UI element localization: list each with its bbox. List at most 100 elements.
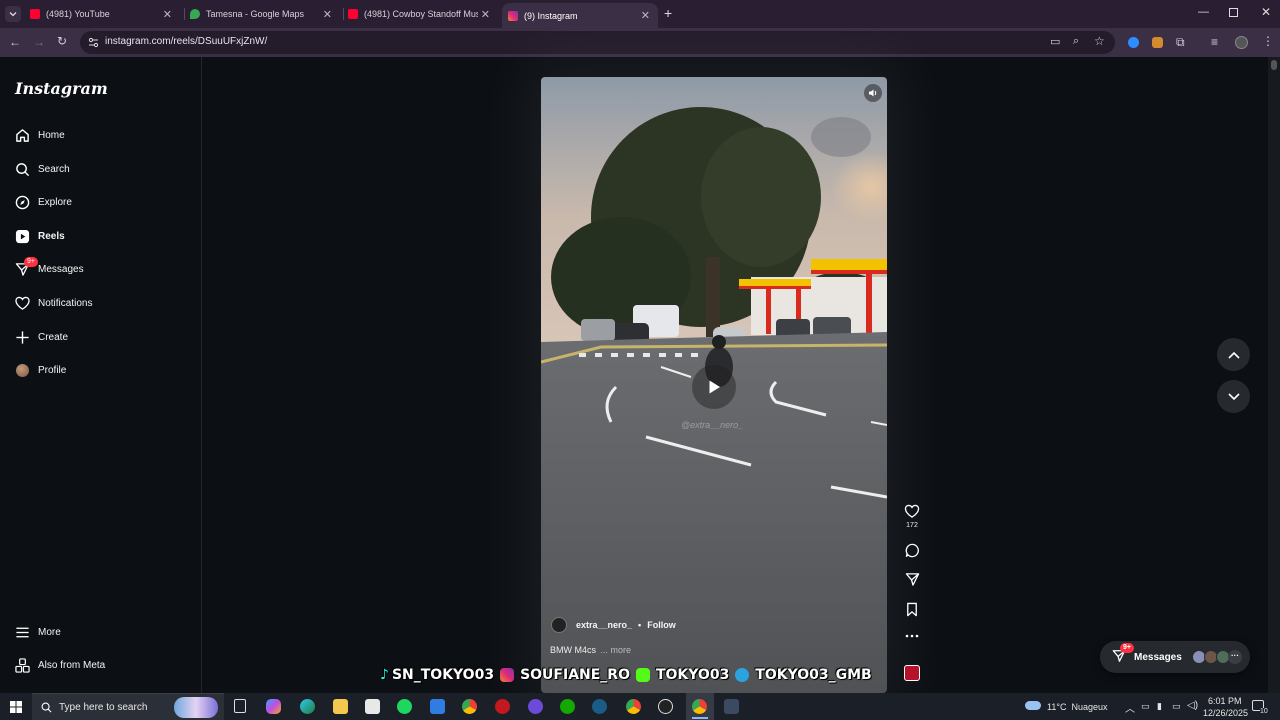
- weather-text[interactable]: 11°C Nuageux: [1047, 702, 1107, 712]
- sidebar-item-home[interactable]: Home: [14, 125, 65, 145]
- mail-icon[interactable]: [430, 699, 445, 714]
- save-button[interactable]: [902, 602, 922, 617]
- meta-apps-icon: [14, 657, 30, 673]
- back-icon[interactable]: ←: [9, 35, 21, 49]
- browser-menu-icon[interactable]: ⋮: [1262, 34, 1274, 48]
- extensions-puzzle-icon[interactable]: ⧉: [1176, 35, 1185, 50]
- forward-icon[interactable]: →: [33, 35, 45, 49]
- share-button[interactable]: [902, 572, 922, 587]
- page-scrollbar[interactable]: [1268, 57, 1280, 693]
- caption-more-link[interactable]: ... more: [601, 645, 632, 655]
- chrome-icon[interactable]: [462, 699, 477, 714]
- play-button[interactable]: [692, 365, 736, 409]
- clock-time[interactable]: 6:01 PM: [1208, 696, 1242, 706]
- sidebar-item-label: Profile: [38, 364, 67, 376]
- tab-instagram[interactable]: (9) Instagram ✕: [502, 3, 658, 28]
- plus-icon: [14, 329, 30, 345]
- sidebar-item-also-from-meta[interactable]: Also from Meta: [14, 655, 105, 675]
- sidebar-item-label: Explore: [38, 196, 72, 208]
- zoom-icon[interactable]: ⌕: [1073, 35, 1079, 48]
- steam-icon[interactable]: [592, 699, 607, 714]
- tab-title: (9) Instagram: [524, 10, 578, 21]
- instagram-icon: [500, 668, 515, 682]
- volume-icon[interactable]: ◁): [1187, 700, 1198, 711]
- scrollbar-thumb[interactable]: [1271, 60, 1277, 70]
- chrome-icon[interactable]: [692, 699, 707, 714]
- notification-badge: 9+: [24, 257, 38, 267]
- tab-google-maps[interactable]: Tamesna - Google Maps ✕: [190, 4, 340, 24]
- address-bar[interactable]: instagram.com/reels/DSuuUFxjZnW/ ▭ ⌕ ☆: [80, 31, 1115, 54]
- sound-icon[interactable]: [864, 84, 882, 102]
- telegram-icon: [735, 668, 750, 682]
- network-icon[interactable]: ▭: [1172, 701, 1181, 712]
- windows-start-icon[interactable]: [10, 701, 22, 713]
- copilot-icon[interactable]: [266, 699, 281, 714]
- app-icon[interactable]: [495, 699, 510, 714]
- extension-icon[interactable]: [1128, 37, 1139, 48]
- taskbar-search-box[interactable]: Type here to search: [32, 693, 224, 720]
- task-view-icon[interactable]: [234, 699, 246, 713]
- search-icon: [14, 161, 30, 177]
- close-icon[interactable]: ✕: [163, 8, 172, 21]
- reload-icon[interactable]: ↻: [57, 34, 67, 48]
- sidebar-item-notifications[interactable]: Notifications: [14, 293, 92, 313]
- tab-youtube[interactable]: (4981) YouTube ✕: [30, 4, 180, 24]
- app-icon[interactable]: [658, 699, 673, 714]
- app-icon[interactable]: [528, 699, 543, 714]
- browser-toolbar: ← → ↻ instagram.com/reels/DSuuUFxjZnW/ ▭…: [0, 28, 1280, 57]
- sidebar-item-search[interactable]: Search: [14, 159, 70, 179]
- tray-app-icon[interactable]: ▭: [1141, 701, 1150, 712]
- close-icon[interactable]: ✕: [323, 8, 332, 21]
- upwork-icon[interactable]: [560, 699, 575, 714]
- store-icon[interactable]: [365, 699, 380, 714]
- cast-icon[interactable]: ▭: [1050, 35, 1060, 48]
- reading-list-icon[interactable]: ≡: [1211, 35, 1218, 49]
- close-icon[interactable]: ✕: [477, 7, 490, 21]
- comment-button[interactable]: [902, 543, 922, 558]
- tab-title: (4981) YouTube: [46, 9, 110, 19]
- extension-icon[interactable]: [1152, 37, 1163, 48]
- tray-overflow-icon[interactable]: ︿: [1125, 700, 1135, 715]
- heart-icon: [14, 295, 30, 311]
- next-reel-button[interactable]: [1217, 380, 1250, 413]
- messages-floating-button[interactable]: 9+ Messages ···: [1100, 641, 1250, 673]
- sidebar-item-explore[interactable]: Explore: [14, 192, 72, 212]
- sidebar-item-more[interactable]: More: [14, 622, 61, 642]
- notification-badge: 9+: [1120, 642, 1134, 653]
- author-username[interactable]: extra__nero_: [576, 620, 632, 630]
- file-explorer-icon[interactable]: [333, 699, 348, 714]
- tab-title: Tamesna - Google Maps: [206, 9, 305, 19]
- profile-avatar[interactable]: [1235, 36, 1248, 49]
- previous-reel-button[interactable]: [1217, 338, 1250, 371]
- minimize-button[interactable]: —: [1198, 6, 1209, 18]
- calculator-icon[interactable]: [724, 699, 739, 714]
- new-tab-button[interactable]: +: [664, 5, 672, 21]
- clock-date[interactable]: 12/26/2025: [1203, 708, 1248, 718]
- tab-search-button[interactable]: [5, 6, 21, 22]
- like-button[interactable]: 172: [902, 504, 922, 529]
- reel-video[interactable]: @extra__nero_ extra__nero_ • Follow BMW …: [541, 77, 887, 693]
- spotify-icon[interactable]: [397, 699, 412, 714]
- sidebar-item-reels[interactable]: Reels: [14, 226, 65, 246]
- instagram-icon: [508, 10, 518, 21]
- sidebar-item-messages[interactable]: 9+ Messages: [14, 257, 84, 279]
- bookmark-star-icon[interactable]: ☆: [1094, 34, 1105, 48]
- site-info-icon[interactable]: [88, 37, 99, 48]
- instagram-logo[interactable]: Instagram: [15, 79, 108, 98]
- microphone-icon[interactable]: ▮: [1157, 701, 1162, 712]
- chrome-icon[interactable]: [626, 699, 641, 714]
- more-options-button[interactable]: [902, 634, 922, 638]
- close-window-button[interactable]: ✕: [1261, 5, 1271, 19]
- avatar: [14, 362, 30, 378]
- close-icon[interactable]: ✕: [641, 9, 650, 22]
- audio-thumbnail[interactable]: [904, 665, 920, 681]
- restore-button[interactable]: [1229, 8, 1238, 17]
- tab-cowboy-standoff[interactable]: (4981) Cowboy Standoff Music ✕: [348, 4, 498, 24]
- sidebar-item-create[interactable]: Create: [14, 327, 68, 347]
- sidebar-item-profile[interactable]: Profile: [14, 360, 66, 380]
- reel-author: extra__nero_ • Follow: [551, 617, 676, 633]
- sidebar-item-label: Search: [38, 163, 70, 175]
- author-avatar[interactable]: [551, 617, 567, 633]
- edge-icon[interactable]: [300, 699, 315, 714]
- follow-button[interactable]: Follow: [647, 620, 676, 630]
